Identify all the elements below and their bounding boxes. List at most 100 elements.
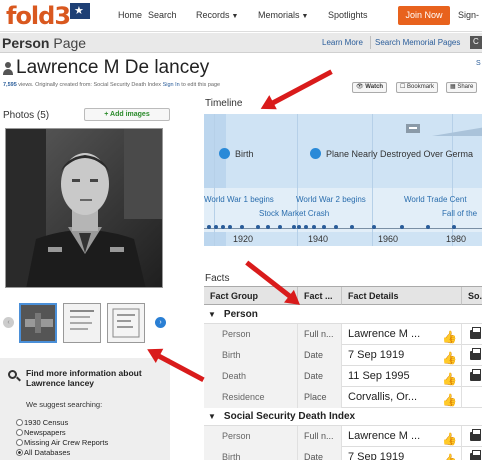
previous-photo-arrow-icon[interactable]: ‹ [3,317,14,328]
timeline-event-tick [221,225,225,229]
printer-icon [470,429,481,441]
add-images-button[interactable]: + Add images [84,108,170,121]
world-trade-center-event[interactable]: World Trade Cent [404,195,467,204]
search-option-all-databases[interactable]: All Databases [16,448,70,457]
search-option-1930-census[interactable]: 1930 Census [16,418,68,427]
printer-icon [470,369,481,381]
world-war-2-event[interactable]: World War 2 begins [296,195,366,204]
table-row[interactable]: Birth Date 7 Sep 1919 👍 [204,447,482,460]
table-row[interactable]: Residence Place Corvallis, Or... 👍 [204,387,482,408]
fact-detail-cell: 7 Sep 1919 👍 [342,345,462,366]
fact-detail-text: Corvallis, Or... [348,391,418,403]
photo-thumbnail[interactable] [63,303,101,343]
search-memorial-pages-link[interactable]: Search Memorial Pages [375,38,460,47]
plane-photo-thumbnail [21,305,55,341]
learn-more-link[interactable]: Learn More [322,38,363,47]
annotation-arrow-timeline [266,69,333,108]
document-thumbnail [108,304,144,342]
nav-memorials[interactable]: Memorials ▼ [258,10,308,20]
timeline-event-tick [228,225,232,229]
fact-group-cell: Birth [204,447,298,460]
table-row[interactable]: Person Full n... Lawrence M ... 👍 [204,426,482,447]
birth-event-dot[interactable] [219,148,230,159]
nav-home-label: Home [118,10,143,20]
create-button[interactable]: C [470,36,482,49]
search-option-newspapers[interactable]: Newspapers [16,428,66,437]
thumbs-up-icon[interactable]: 👍 [442,348,457,366]
column-header-fact-type[interactable]: Fact ... [298,287,342,305]
fact-type-cell: Date [298,447,342,460]
collapse-triangle-icon[interactable]: ▼ [208,310,216,319]
fact-group-person[interactable]: ▼ Person [204,306,482,324]
fact-group-name: Social Security Death Index [223,411,356,422]
fact-detail-text: 7 Sep 1919 [348,451,405,460]
watch-button[interactable]: 👁 Watch [352,82,388,93]
collapse-triangle-icon[interactable]: ▼ [208,412,216,421]
fact-detail-text: Lawrence M ... [348,328,421,340]
caret-down-icon: ▼ [231,13,239,20]
views-origin: views. Originally created from: Social S… [16,82,163,88]
nav-search[interactable]: Search [148,10,177,20]
option-label: Newspapers [24,428,66,437]
printer-icon [470,327,481,339]
timeline-event-tick [304,225,308,229]
page-title-bold: Person [2,35,50,51]
sign-in-link[interactable]: Sign- [458,10,479,20]
source-cell[interactable] [462,324,482,345]
column-header-source[interactable]: So... [462,287,482,305]
stock-market-crash-event[interactable]: Stock Market Crash [259,209,329,218]
timeline-event-tick [452,225,456,229]
share-link[interactable]: S [476,60,481,67]
nav-home[interactable]: Home [118,10,142,20]
plane-event-dot[interactable] [310,148,321,159]
plane-event-label[interactable]: Plane Nearly Destroyed Over Germa [326,149,473,159]
thumbs-up-icon[interactable]: 👍 [442,450,457,460]
watch-label: Watch [365,84,384,90]
source-cell[interactable] [462,345,482,366]
birth-event-label[interactable]: Birth [235,149,254,159]
fold3-logo[interactable]: fold3 [6,2,71,30]
bookmark-button[interactable]: ☐ Bookmark [396,82,439,93]
views-line: 7,595 views. Originally created from: So… [3,82,220,88]
fact-group-social-security-death-index[interactable]: ▼ Social Security Death Index [204,408,482,426]
source-cell[interactable] [462,366,482,387]
share-button[interactable]: ▦ Share [446,82,478,93]
thumbs-up-icon[interactable]: 👍 [442,369,457,387]
fact-group-cell: Residence [204,387,298,408]
radio-selected-icon [16,449,23,456]
search-option-missing-air-crew-reports[interactable]: Missing Air Crew Reports [16,438,108,447]
fact-group-cell: Death [204,366,298,387]
thumbs-up-icon[interactable]: 👍 [442,429,457,447]
world-war-1-event[interactable]: World War 1 begins [204,195,274,204]
separator [370,36,371,49]
column-header-fact-details[interactable]: Fact Details [342,287,462,305]
timeline-event-tick [240,225,244,229]
timeline-event-tick [292,225,296,229]
year-label: 1920 [233,234,254,244]
main-photo[interactable] [5,128,163,288]
thumbs-up-icon[interactable]: 👍 [442,390,457,408]
next-photo-arrow-icon[interactable]: › [155,317,166,328]
timeline-widget[interactable]: Birth Plane Nearly Destroyed Over Germa … [204,114,482,246]
option-label: Missing Air Crew Reports [24,438,109,447]
source-cell[interactable] [462,426,482,447]
collapse-handle-icon[interactable] [406,124,420,133]
photos-title: Photos (5) [3,110,50,121]
nav-memorials-label: Memorials [258,10,300,20]
join-now-button[interactable]: Join Now [398,6,450,25]
source-cell[interactable] [462,387,482,408]
fall-of-wall-event[interactable]: Fall of the [442,209,477,218]
table-row[interactable]: Birth Date 7 Sep 1919 👍 [204,345,482,366]
photo-thumbnail[interactable] [19,303,57,343]
table-row[interactable]: Death Date 11 Sep 1995 👍 [204,366,482,387]
sign-in-edit-link[interactable]: Sign In [163,82,180,88]
facts-title: Facts [205,273,230,284]
source-cell[interactable] [462,447,482,460]
thumbs-up-icon[interactable]: 👍 [442,327,457,345]
photo-thumbnail[interactable] [107,303,145,343]
find-more-title: Find more information about Lawrence lan… [26,368,142,388]
table-row[interactable]: Person Full n... Lawrence M ... 👍 [204,324,482,345]
nav-records[interactable]: Records ▼ [196,10,238,20]
nav-spotlights[interactable]: Spotlights [328,10,368,20]
timeline-event-tick [297,225,301,229]
